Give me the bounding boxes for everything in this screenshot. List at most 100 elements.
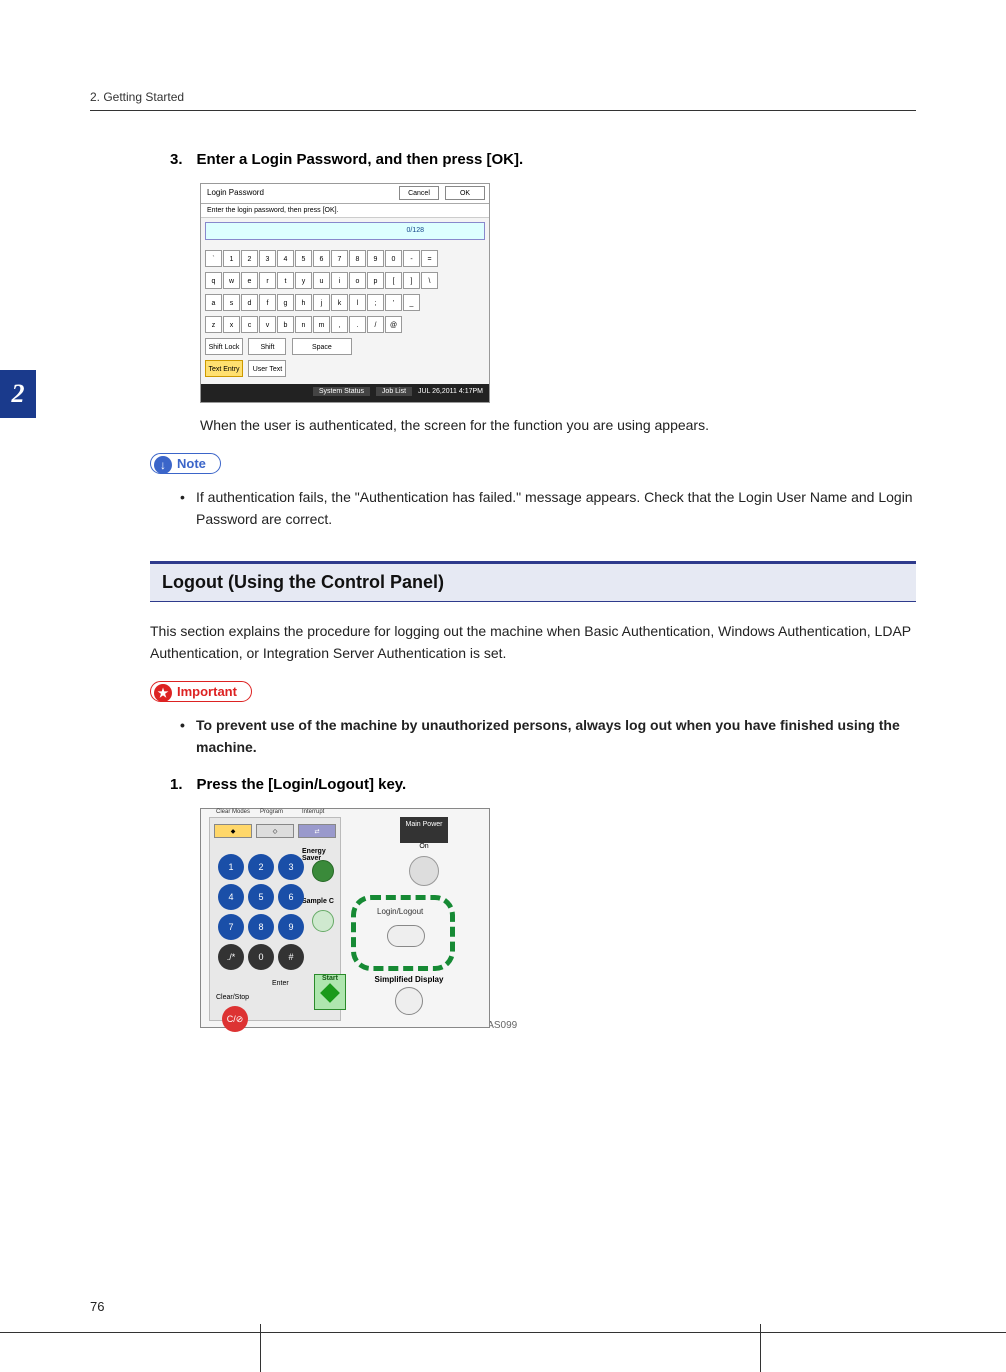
numpad-key[interactable]: 1: [218, 854, 244, 880]
keyboard-key[interactable]: z: [205, 316, 222, 333]
program-button[interactable]: ◇: [256, 824, 294, 838]
keyboard-key[interactable]: n: [295, 316, 312, 333]
keyboard-key[interactable]: k: [331, 294, 348, 311]
keyboard-key[interactable]: ,: [331, 316, 348, 333]
numpad-key[interactable]: 9: [278, 914, 304, 940]
keyboard-key[interactable]: t: [277, 272, 294, 289]
figure-control-panel: Clear Modes Program Interrupt ◆ ◇ ⇄ Ener…: [200, 808, 916, 1028]
keyboard-key[interactable]: -: [403, 250, 420, 267]
keyboard-key[interactable]: ': [385, 294, 402, 311]
keyboard-key[interactable]: u: [313, 272, 330, 289]
figure-caption: CAS099: [480, 1020, 916, 1031]
keyboard-key[interactable]: y: [295, 272, 312, 289]
step-3: 3. Enter a Login Password, and then pres…: [170, 151, 916, 169]
simplified-display-button[interactable]: [395, 987, 423, 1015]
keyboard-key[interactable]: f: [259, 294, 276, 311]
keyboard-key[interactable]: ;: [367, 294, 384, 311]
numpad-key[interactable]: 8: [248, 914, 274, 940]
start-icon: [320, 983, 340, 1003]
step-3-number: 3.: [170, 151, 192, 168]
keyboard-key[interactable]: r: [259, 272, 276, 289]
text-entry-tab[interactable]: Text Entry: [205, 360, 243, 377]
keyboard-key[interactable]: m: [313, 316, 330, 333]
numpad-key[interactable]: 2: [248, 854, 274, 880]
numpad-key[interactable]: 0: [248, 944, 274, 970]
step-1-text: Press the [Login/Logout] key.: [196, 776, 406, 793]
note-callout: ↓ Note: [150, 453, 916, 474]
dialog-instruction: Enter the login password, then press [OK…: [201, 204, 489, 218]
keyboard-key[interactable]: 1: [223, 250, 240, 267]
clear-modes-button[interactable]: ◆: [214, 824, 252, 838]
job-list-button[interactable]: Job List: [376, 387, 412, 396]
keyboard-key[interactable]: /: [367, 316, 384, 333]
keyboard-key[interactable]: g: [277, 294, 294, 311]
keyboard-key[interactable]: 6: [313, 250, 330, 267]
header-rule: [90, 110, 916, 111]
keyboard-key[interactable]: w: [223, 272, 240, 289]
interrupt-button[interactable]: ⇄: [298, 824, 336, 838]
system-status-button[interactable]: System Status: [313, 387, 370, 396]
space-key[interactable]: Space: [292, 338, 352, 355]
keyboard-key[interactable]: 5: [295, 250, 312, 267]
keyboard-key[interactable]: ]: [403, 272, 420, 289]
sample-copy-label: Sample C: [302, 898, 334, 905]
enter-label: Enter: [272, 980, 289, 987]
keyboard-key[interactable]: x: [223, 316, 240, 333]
numpad-key[interactable]: 3: [278, 854, 304, 880]
step-3-text: Enter a Login Password, and then press […: [196, 151, 523, 168]
label-program: Program: [260, 809, 283, 815]
numpad-key[interactable]: 7: [218, 914, 244, 940]
numpad-key[interactable]: #: [278, 944, 304, 970]
keyboard-key[interactable]: d: [241, 294, 258, 311]
numpad-key[interactable]: 4: [218, 884, 244, 910]
keyboard-key[interactable]: _: [403, 294, 420, 311]
keyboard-key[interactable]: 9: [367, 250, 384, 267]
section-body: This section explains the procedure for …: [150, 620, 916, 665]
keyboard-key[interactable]: .: [349, 316, 366, 333]
numpad-key[interactable]: 6: [278, 884, 304, 910]
keyboard-key[interactable]: p: [367, 272, 384, 289]
shift-key[interactable]: Shift: [248, 338, 286, 355]
keyboard-key[interactable]: s: [223, 294, 240, 311]
keyboard-key[interactable]: b: [277, 316, 294, 333]
keyboard-key[interactable]: v: [259, 316, 276, 333]
energy-saver-button[interactable]: [312, 860, 334, 882]
keyboard-key[interactable]: j: [313, 294, 330, 311]
keyboard-key[interactable]: @: [385, 316, 402, 333]
clear-stop-button[interactable]: C/⊘: [222, 1006, 248, 1032]
keyboard-key[interactable]: q: [205, 272, 222, 289]
note-icon: ↓: [154, 456, 172, 474]
keyboard-key[interactable]: `: [205, 250, 222, 267]
ok-button[interactable]: OK: [445, 186, 485, 200]
label-clear-modes: Clear Modes: [216, 809, 250, 815]
start-button[interactable]: Start: [314, 974, 346, 1010]
keyboard-key[interactable]: o: [349, 272, 366, 289]
keyboard-key[interactable]: 3: [259, 250, 276, 267]
keyboard-key[interactable]: 4: [277, 250, 294, 267]
numpad-key[interactable]: 5: [248, 884, 274, 910]
keyboard-key[interactable]: e: [241, 272, 258, 289]
keyboard-key[interactable]: c: [241, 316, 258, 333]
sample-copy-button[interactable]: [312, 910, 334, 932]
keyboard-key[interactable]: [: [385, 272, 402, 289]
keyboard-key[interactable]: 7: [331, 250, 348, 267]
password-input[interactable]: 0/128: [205, 222, 485, 240]
keyboard-key[interactable]: a: [205, 294, 222, 311]
important-bullet: To prevent use of the machine by unautho…: [180, 714, 916, 759]
keyboard-key[interactable]: i: [331, 272, 348, 289]
cancel-button[interactable]: Cancel: [399, 186, 439, 200]
user-text-tab[interactable]: User Text: [248, 360, 286, 377]
shift-lock-key[interactable]: Shift Lock: [205, 338, 243, 355]
keyboard-key[interactable]: =: [421, 250, 438, 267]
dialog-title: Login Password: [207, 188, 264, 197]
keyboard-key[interactable]: \: [421, 272, 438, 289]
numpad-key[interactable]: ./*: [218, 944, 244, 970]
keyboard-key[interactable]: h: [295, 294, 312, 311]
on-indicator: [409, 856, 439, 886]
login-logout-button[interactable]: [387, 925, 425, 947]
keyboard-key[interactable]: 2: [241, 250, 258, 267]
keyboard-key[interactable]: 0: [385, 250, 402, 267]
keyboard-key[interactable]: l: [349, 294, 366, 311]
figure-login-password-keyboard: Login Password Cancel OK Enter the login…: [200, 183, 916, 403]
keyboard-key[interactable]: 8: [349, 250, 366, 267]
